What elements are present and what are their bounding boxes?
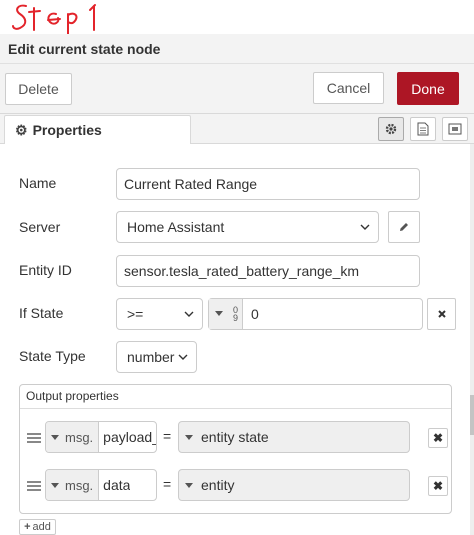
document-icon: [417, 122, 429, 136]
if-state-operator-value: >=: [127, 306, 144, 322]
tab-properties-label: Properties: [32, 122, 102, 138]
delete-button[interactable]: Delete: [5, 73, 72, 105]
chevron-down-icon: [178, 354, 188, 360]
tabs-bar: ⚙ Properties: [0, 114, 474, 145]
remove-row-button[interactable]: ✖: [428, 476, 448, 496]
add-property-button[interactable]: + add: [19, 519, 56, 535]
remove-if-state-button[interactable]: [427, 298, 456, 330]
handwritten-step-annotation: [12, 4, 96, 35]
msg-type-selector[interactable]: msg.: [46, 422, 100, 452]
state-type-label: State Type: [19, 348, 86, 364]
server-select-value: Home Assistant: [127, 219, 225, 235]
tray-header: Edit current state node: [0, 34, 474, 64]
remove-row-button[interactable]: ✖: [428, 428, 448, 448]
state-type-select[interactable]: number: [116, 341, 197, 373]
caret-down-icon: [185, 434, 193, 440]
plus-icon: +: [24, 521, 31, 533]
add-label: add: [32, 521, 51, 533]
tab-settings[interactable]: [378, 117, 404, 141]
output-value: entity: [201, 477, 235, 493]
number-type-icon: 09: [233, 305, 239, 323]
type-selector-button[interactable]: 09: [209, 299, 244, 329]
done-button[interactable]: Done: [397, 72, 459, 105]
entity-id-label: Entity ID: [19, 262, 72, 278]
drag-handle-icon[interactable]: [27, 479, 41, 493]
entity-id-input[interactable]: sensor.tesla_rated_battery_range_km: [116, 255, 420, 287]
property-name: payload_r: [103, 429, 156, 445]
chevron-down-icon: [360, 224, 370, 230]
tab-description[interactable]: [410, 117, 436, 141]
if-state-label: If State: [19, 305, 64, 321]
caret-down-icon: [185, 482, 193, 488]
msg-type-selector[interactable]: msg.: [46, 470, 100, 500]
state-type-value: number: [127, 349, 175, 365]
pencil-icon: [400, 223, 408, 231]
name-input[interactable]: Current Rated Range: [116, 168, 420, 200]
tray-title: Edit current state node: [8, 41, 161, 57]
caret-down-icon: [51, 482, 59, 488]
output-row-value[interactable]: entity state: [178, 421, 410, 453]
tab-appearance[interactable]: [442, 117, 468, 141]
caret-down-icon: [51, 434, 59, 440]
frame-icon: [448, 123, 462, 135]
gear-icon: [385, 123, 397, 135]
drag-handle-icon[interactable]: [27, 431, 41, 445]
name-label: Name: [19, 175, 57, 191]
tray-toolbar: Delete Cancel Done: [0, 64, 474, 114]
output-value: entity state: [201, 429, 269, 445]
server-label: Server: [19, 219, 61, 235]
close-icon: [437, 310, 446, 318]
gear-icon: ⚙: [15, 121, 28, 138]
tab-properties[interactable]: ⚙ Properties: [4, 115, 191, 145]
msg-prefix: msg.: [65, 429, 94, 445]
output-row-property[interactable]: msg. data: [45, 469, 157, 501]
output-row-value[interactable]: entity: [178, 469, 410, 501]
output-row-property[interactable]: msg. payload_r: [45, 421, 157, 453]
equals-sign: =: [163, 428, 172, 444]
caret-down-icon: [215, 311, 223, 316]
property-name: data: [103, 477, 131, 493]
if-state-value: 0: [251, 306, 259, 322]
server-select[interactable]: Home Assistant: [116, 211, 379, 243]
msg-prefix: msg.: [65, 477, 94, 493]
chevron-down-icon: [184, 311, 194, 317]
panel-scrollbar-thumb[interactable]: [470, 395, 474, 435]
if-state-value-input[interactable]: 09 0: [208, 298, 423, 330]
output-properties-header: Output properties: [20, 385, 451, 409]
if-state-operator-select[interactable]: >=: [116, 298, 203, 330]
equals-sign: =: [163, 476, 172, 492]
cancel-button[interactable]: Cancel: [313, 72, 384, 104]
edit-server-button[interactable]: [388, 211, 420, 243]
panel-scrollbar[interactable]: [470, 144, 474, 535]
